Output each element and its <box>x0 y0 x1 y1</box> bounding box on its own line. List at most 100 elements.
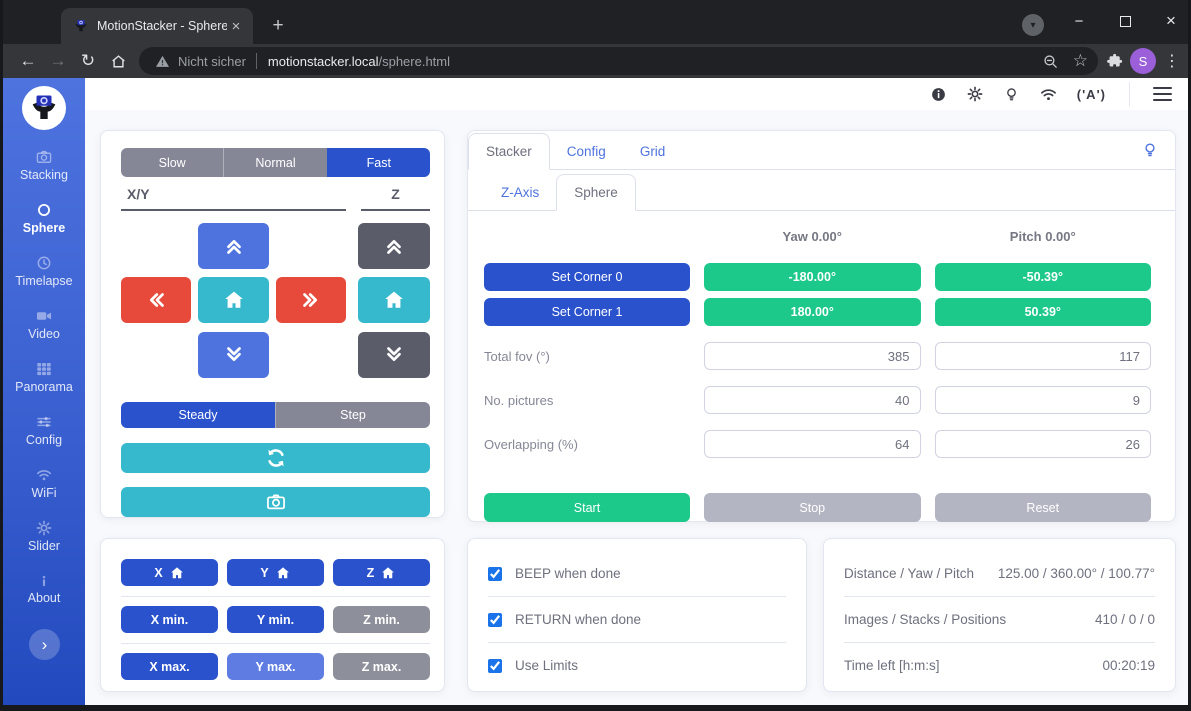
sidebar-item-slider[interactable]: Slider <box>3 511 85 561</box>
speed-fast-button[interactable]: Fast <box>327 148 430 177</box>
x-min-button[interactable]: X min. <box>121 606 218 633</box>
camera-icon <box>265 491 287 513</box>
sidebar-item-about[interactable]: About <box>3 564 85 614</box>
status-value: 125.00 / 360.00° / 100.77° <box>998 566 1155 581</box>
grid-icon <box>35 360 53 378</box>
use-limits-checkbox[interactable] <box>488 659 502 673</box>
back-button[interactable]: ← <box>13 47 43 75</box>
total-fov-yaw-input[interactable] <box>704 342 921 370</box>
url-bar[interactable]: Nicht sicher motionstacker.local /sphere… <box>139 47 1098 75</box>
sidebar-toggle-button[interactable]: › <box>29 629 60 660</box>
profile-avatar[interactable]: S <box>1130 48 1156 74</box>
button-label: Z <box>367 566 375 580</box>
app-logo[interactable] <box>22 86 66 130</box>
refresh-button[interactable] <box>121 443 430 473</box>
hint-lightbulb-icon[interactable] <box>1141 141 1159 159</box>
bookmark-star-icon[interactable]: ☆ <box>1073 51 1088 71</box>
wifi-icon[interactable] <box>1039 85 1058 104</box>
y-max-button[interactable]: Y max. <box>227 653 324 680</box>
set-corner-0-button[interactable]: Set Corner 0 <box>484 263 690 291</box>
corner0-yaw-value: -180.00° <box>704 263 921 291</box>
sidebar-item-sphere[interactable]: Sphere <box>3 193 85 243</box>
home-icon <box>110 53 127 70</box>
corner0-row: Set Corner 0 -180.00° -50.39° <box>484 263 1151 291</box>
take-photo-button[interactable] <box>121 487 430 517</box>
beep-checkbox[interactable] <box>488 567 502 581</box>
navbar-divider <box>1129 82 1130 106</box>
extensions-puzzle-icon[interactable] <box>1106 52 1124 70</box>
jog-pad <box>121 223 430 378</box>
subtab-z-axis[interactable]: Z-Axis <box>484 175 556 210</box>
no-pictures-pitch-input[interactable] <box>935 386 1152 414</box>
no-pictures-row: No. pictures <box>484 386 1151 414</box>
browser-tab[interactable]: MotionStacker - Sphere × <box>61 8 253 44</box>
y-home-button[interactable]: Y <box>227 559 324 586</box>
no-pictures-yaw-input[interactable] <box>704 386 921 414</box>
tab-stacker[interactable]: Stacker <box>468 133 550 170</box>
home-button[interactable] <box>103 47 133 75</box>
sidebar-item-config[interactable]: Config <box>3 405 85 455</box>
close-window-button[interactable]: × <box>1148 0 1191 42</box>
sidebar-item-label: Panorama <box>15 380 73 394</box>
z-up-button[interactable] <box>358 223 430 269</box>
xy-axis-label: X/Y <box>121 186 346 211</box>
tab-grid[interactable]: Grid <box>623 134 683 169</box>
set-corner-1-button[interactable]: Set Corner 1 <box>484 298 690 326</box>
sidebar-item-wifi[interactable]: WiFi <box>3 458 85 508</box>
access-point-icon[interactable]: ('A') <box>1077 87 1106 102</box>
z-min-button[interactable]: Z min. <box>333 606 430 633</box>
overlapping-pitch-input[interactable] <box>935 430 1152 458</box>
window-titlebar: MotionStacker - Sphere × + ▾ − × <box>3 0 1188 44</box>
divider <box>844 642 1155 643</box>
mode-steady-button[interactable]: Steady <box>121 402 275 428</box>
speed-normal-button[interactable]: Normal <box>223 148 326 177</box>
zoom-out-icon[interactable] <box>1042 53 1059 70</box>
tab-close-icon[interactable]: × <box>227 17 245 35</box>
start-button[interactable]: Start <box>484 493 690 522</box>
sidebar-item-stacking[interactable]: Stacking <box>3 140 85 190</box>
reset-button[interactable]: Reset <box>935 493 1152 522</box>
sidebar-item-timelapse[interactable]: Timelapse <box>3 246 85 296</box>
return-option-row: RETURN when done <box>488 599 786 640</box>
status-value: 00:20:19 <box>1102 658 1155 673</box>
sidebar-item-panorama[interactable]: Panorama <box>3 352 85 402</box>
sidebar-item-label: Video <box>28 327 60 341</box>
status-label: Distance / Yaw / Pitch <box>844 566 998 581</box>
maximize-button[interactable] <box>1102 0 1148 42</box>
reload-button[interactable]: ↻ <box>73 47 103 75</box>
info-icon[interactable] <box>930 86 947 103</box>
forward-button[interactable]: → <box>43 47 73 75</box>
distance-status-row: Distance / Yaw / Pitch 125.00 / 360.00° … <box>844 553 1155 594</box>
xy-up-button[interactable] <box>198 223 269 269</box>
xy-down-button[interactable] <box>198 332 269 378</box>
browser-menu-icon[interactable]: ⋮ <box>1162 51 1182 71</box>
subtab-sphere[interactable]: Sphere <box>556 174 636 211</box>
xy-right-button[interactable] <box>276 277 346 323</box>
total-fov-row: Total fov (°) <box>484 342 1151 370</box>
z-max-button[interactable]: Z max. <box>333 653 430 680</box>
return-checkbox[interactable] <box>488 613 502 627</box>
x-home-button[interactable]: X <box>121 559 218 586</box>
speed-slow-button[interactable]: Slow <box>121 148 223 177</box>
lightbulb-icon[interactable] <box>1003 86 1020 103</box>
z-home-button[interactable]: Z <box>333 559 430 586</box>
y-min-button[interactable]: Y min. <box>227 606 324 633</box>
z-home-button[interactable] <box>358 277 430 323</box>
time-left-status-row: Time left [h:m:s] 00:20:19 <box>844 645 1155 686</box>
overlapping-yaw-input[interactable] <box>704 430 921 458</box>
xy-home-button[interactable] <box>198 277 269 323</box>
new-tab-button[interactable]: + <box>265 14 291 38</box>
xy-left-button[interactable] <box>121 277 191 323</box>
browser-update-icon[interactable]: ▾ <box>1022 14 1044 36</box>
tab-config[interactable]: Config <box>550 134 623 169</box>
hamburger-menu-icon[interactable] <box>1153 87 1172 102</box>
gear-icon[interactable] <box>966 85 984 103</box>
axis-labels: X/Y Z <box>121 186 430 211</box>
mode-step-button[interactable]: Step <box>275 402 430 428</box>
sidebar-item-video[interactable]: Video <box>3 299 85 349</box>
z-down-button[interactable] <box>358 332 430 378</box>
x-max-button[interactable]: X max. <box>121 653 218 680</box>
total-fov-pitch-input[interactable] <box>935 342 1152 370</box>
stop-button[interactable]: Stop <box>704 493 921 522</box>
minimize-button[interactable]: − <box>1056 0 1102 42</box>
